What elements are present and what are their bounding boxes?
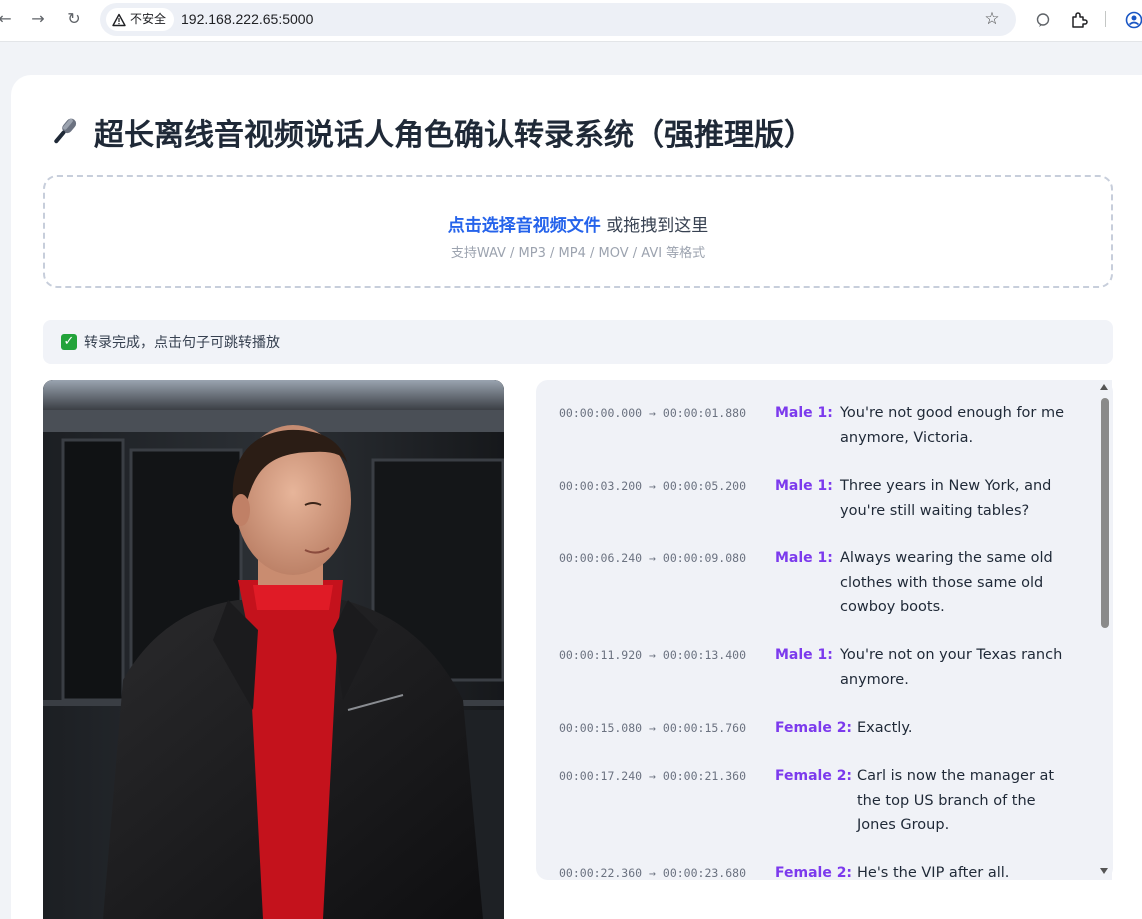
toolbar-separator	[1105, 11, 1106, 27]
star-icon[interactable]: ☆	[982, 9, 1002, 29]
check-mark-icon: ✓	[61, 334, 77, 350]
speaker-label: Male 1:	[775, 478, 833, 494]
browser-toolbar: ← → ↻ 不安全 192.168.222.65:5000 ☆	[0, 0, 1142, 42]
segment-text: You're not on your Texas ranch anymore.	[840, 647, 1063, 688]
segment-timestamp: 00:00:06.240 → 00:00:09.080	[559, 551, 746, 565]
segment-timestamp: 00:00:00.000 → 00:00:01.880	[559, 406, 746, 420]
dropzone-prompt: 点击选择音视频文件 或拖拽到这里	[45, 211, 1111, 236]
segment-timestamp: 00:00:03.200 → 00:00:05.200	[559, 479, 746, 493]
puzzle-icon[interactable]	[1068, 9, 1090, 31]
speaker-label: Female 2:	[775, 768, 853, 784]
page-title-text: 超长离线音视频说话人角色确认转录系统（强推理版）	[94, 118, 814, 153]
reload-icon[interactable]: ↻	[63, 8, 85, 30]
segment-text: Carl is now the manager at the top US br…	[857, 768, 1055, 833]
speaker-label: Female 2:	[775, 865, 853, 880]
select-file-link[interactable]: 点击选择音视频文件	[448, 216, 601, 236]
segment-timestamp: 00:00:15.080 → 00:00:15.760	[559, 721, 746, 735]
segment-timestamp: 00:00:22.360 → 00:00:23.680	[559, 866, 746, 880]
back-icon[interactable]: ←	[0, 8, 16, 30]
speaker-label: Male 1:	[775, 647, 833, 663]
segment-text: Always wearing the same old clothes with…	[840, 550, 1053, 615]
transcript-segment[interactable]: 00:00:22.360 → 00:00:23.680 Female 2: He…	[559, 861, 1072, 880]
scroll-down-arrow-icon[interactable]	[1100, 868, 1108, 874]
transcript-segment[interactable]: 00:00:03.200 → 00:00:05.200 Male 1: Thre…	[559, 474, 1055, 523]
segment-timestamp: 00:00:11.920 → 00:00:13.400	[559, 648, 746, 662]
speaker-label: Male 1:	[775, 550, 833, 566]
transcript-segment[interactable]: 00:00:17.240 → 00:00:21.360 Female 2: Ca…	[559, 764, 1072, 838]
video-player[interactable]	[43, 380, 504, 919]
speaker-label: Male 1:	[775, 405, 833, 421]
security-label: 不安全	[130, 12, 167, 26]
security-chip[interactable]: 不安全	[106, 8, 175, 31]
transcript-segment[interactable]: 00:00:11.920 → 00:00:13.400 Male 1: You'…	[559, 643, 1065, 692]
transcript-panel[interactable]: 00:00:00.000 → 00:00:01.880 Male 1: You'…	[536, 380, 1113, 880]
supported-formats: 支持WAV / MP3 / MP4 / MOV / AVI 等格式	[450, 246, 706, 261]
segment-text: You're not good enough for me anymore, V…	[840, 405, 1065, 446]
transcript-segment[interactable]: 00:00:06.240 → 00:00:09.080 Male 1: Alwa…	[559, 546, 1055, 620]
segment-timestamp: 00:00:17.240 → 00:00:21.360	[559, 769, 746, 783]
file-dropzone[interactable]: 点击选择音视频文件 或拖拽到这里 支持WAV / MP3 / MP4 / MOV…	[43, 175, 1113, 288]
url-text[interactable]: 192.168.222.65:5000	[181, 3, 313, 36]
segment-text: He's the VIP after all.	[857, 865, 1010, 880]
segment-text: Exactly.	[857, 720, 913, 736]
chat-icon[interactable]	[1032, 9, 1054, 31]
status-text: 转录完成，点击句子可跳转播放	[84, 335, 280, 351]
address-bar[interactable]: 不安全 192.168.222.65:5000 ☆	[100, 3, 1016, 36]
scrollbar-thumb[interactable]	[1101, 398, 1109, 628]
scroll-up-arrow-icon[interactable]	[1100, 384, 1108, 390]
forward-icon[interactable]: →	[27, 8, 49, 30]
transcript-segment[interactable]: 00:00:00.000 → 00:00:01.880 Male 1: You'…	[559, 401, 1065, 450]
drag-hint: 或拖拽到这里	[600, 216, 709, 236]
status-bar: ✓ 转录完成，点击句子可跳转播放	[43, 320, 1113, 364]
microphone-icon	[54, 118, 77, 144]
segment-text: Three years in New York, and you're stil…	[840, 478, 1052, 519]
profile-icon[interactable]	[1123, 9, 1142, 31]
warning-icon	[112, 13, 126, 26]
speaker-label: Female 2:	[775, 720, 853, 736]
transcript-segment[interactable]: 00:00:15.080 → 00:00:15.760 Female 2: Ex…	[559, 716, 1072, 741]
page-title: 超长离线音视频说话人角色确认转录系统（强推理版）	[46, 110, 814, 154]
video-frame	[43, 380, 504, 919]
